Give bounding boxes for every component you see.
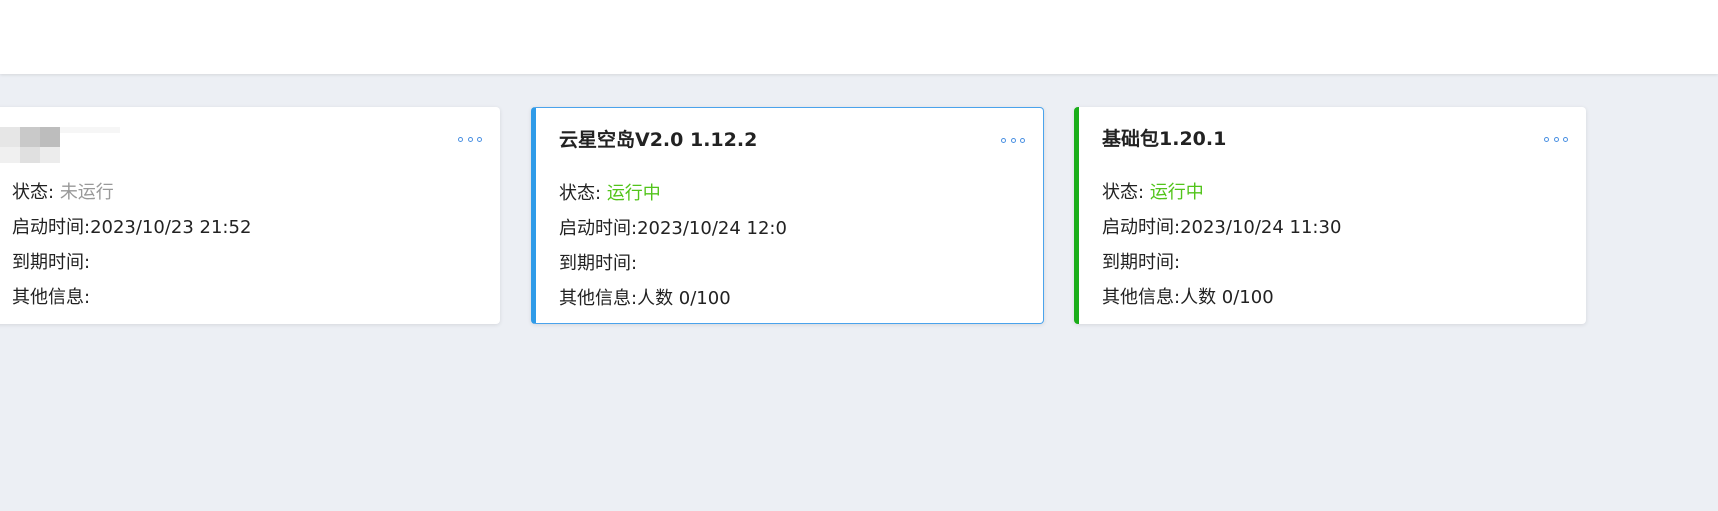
card-title: 云星空岛V2.0 1.12.2 [559, 129, 758, 151]
start-time: 启动时间:2023/10/23 21:52 [12, 217, 252, 238]
expire-time: 到期时间: [559, 253, 638, 274]
blurred-title [0, 119, 130, 163]
more-options-icon[interactable] [1544, 134, 1568, 144]
status-value: 运行中 [1149, 182, 1204, 203]
top-bar [0, 0, 1718, 74]
start-time: 启动时间:2023/10/24 11:30 [1102, 217, 1342, 238]
status-row: 状态: 运行中 [559, 176, 787, 211]
status-row: 状态: 未运行 [12, 175, 251, 210]
expire-time: 到期时间: [1102, 252, 1181, 273]
expire-time: 到期时间: [12, 252, 91, 273]
server-card[interactable]: 云星空岛V2.0 1.12.2 状态: 运行中 启动时间:2023/10/24 … [531, 107, 1044, 324]
card-title: 基础包1.20.1 [1102, 128, 1227, 150]
status-label: 状态: [1102, 182, 1145, 203]
status-label: 状态: [559, 183, 602, 204]
server-card[interactable]: 状态: 未运行 启动时间:2023/10/23 21:52 到期时间: 其他信息… [0, 107, 500, 324]
server-card[interactable]: 基础包1.20.1 状态: 运行中 启动时间:2023/10/24 11:30 … [1074, 107, 1586, 324]
status-value: 运行中 [606, 183, 661, 204]
other-info: 其他信息:人数 0/100 [559, 288, 731, 309]
more-options-icon[interactable] [1001, 135, 1025, 145]
status-value: 未运行 [59, 182, 114, 203]
other-info: 其他信息:人数 0/100 [1102, 287, 1274, 308]
more-options-icon[interactable] [458, 134, 482, 144]
status-row: 状态: 运行中 [1102, 175, 1341, 210]
other-info: 其他信息: [12, 287, 91, 308]
start-time: 启动时间:2023/10/24 12:0 [559, 218, 787, 239]
status-label: 状态: [12, 182, 55, 203]
